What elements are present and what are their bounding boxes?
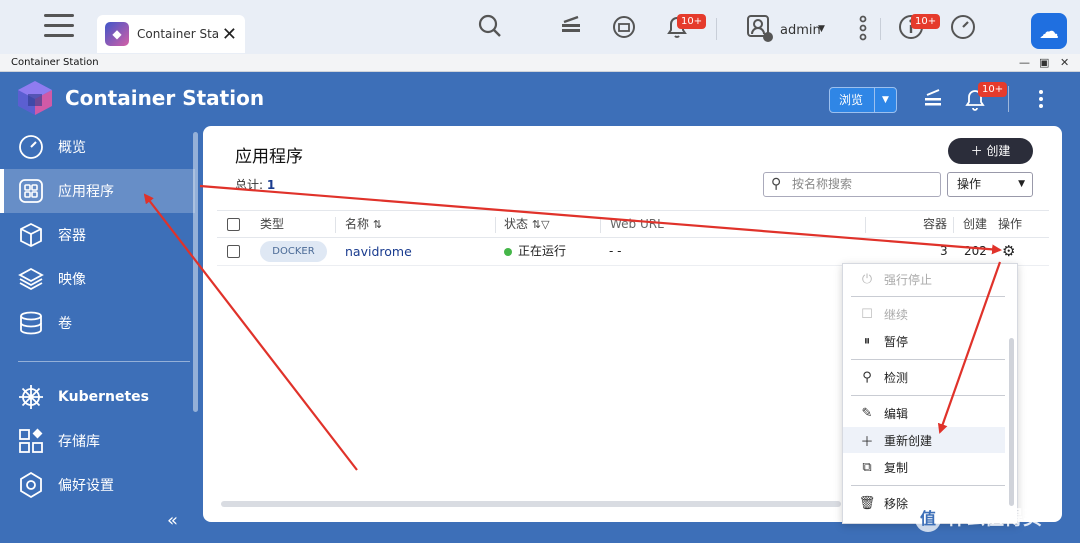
watermark-logo-icon: 值 bbox=[915, 505, 941, 532]
annotation-arrows bbox=[143, 184, 1002, 471]
arrow-to-applications bbox=[143, 193, 358, 471]
watermark-text: 什么值得买 bbox=[947, 507, 1043, 529]
arrow-to-recreate bbox=[937, 261, 1002, 434]
watermark: 值什么值得买 bbox=[915, 503, 1042, 532]
arrow-to-gear bbox=[199, 184, 1002, 255]
